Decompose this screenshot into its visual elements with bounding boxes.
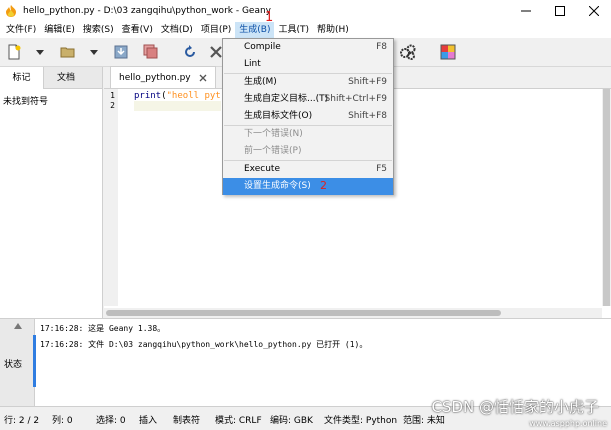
status-line: 行: 2 / 2 <box>4 416 40 426</box>
window-controls <box>509 0 611 22</box>
menu-item-lint[interactable]: Lint <box>223 56 393 73</box>
horizontal-scrollbar[interactable] <box>104 308 602 318</box>
menu-item-set-build-commands[interactable]: 设置生成命令(S) <box>223 178 393 195</box>
maximize-icon <box>555 6 565 16</box>
message-panel-tabs: 状态 <box>0 319 35 407</box>
status-encoding: 编码: GBK <box>270 416 313 426</box>
menu-bar: 文件(F) 编辑(E) 搜索(S) 查看(V) 文档(D) 项目(P) 生成(B… <box>0 22 611 38</box>
menu-tools[interactable]: 工具(T) <box>274 22 313 38</box>
line-number-gutter: 1 2 <box>104 89 118 306</box>
menu-view[interactable]: 查看(V) <box>118 22 157 38</box>
menu-item-make[interactable]: 生成(M) Shift+F9 <box>223 74 393 91</box>
annotation-number-1: 1 <box>265 10 274 25</box>
tab-close-icon[interactable] <box>199 74 207 82</box>
line-number: 1 <box>110 91 115 100</box>
status-indent: 制表符 <box>173 416 201 426</box>
build-menu-dropdown: Compile F8 Lint 生成(M) Shift+F9 生成自定义目标..… <box>222 38 394 195</box>
gears-icon <box>400 44 416 60</box>
code-text: print("heoll pyt <box>134 91 221 111</box>
menu-item-make-object[interactable]: 生成目标文件(O) Shift+F8 <box>223 108 393 125</box>
code-string: "heoll pyt <box>166 91 221 101</box>
menu-item-make-custom-target[interactable]: 生成自定义目标...(T) Shift+Ctrl+F9 <box>223 91 393 108</box>
save-all-icon <box>143 44 158 59</box>
open-file-button[interactable] <box>58 42 78 62</box>
sidebar: 标记 文档 未找到符号 <box>0 67 103 318</box>
color-chooser-button[interactable] <box>438 42 458 62</box>
menu-item-execute[interactable]: Execute F5 <box>223 161 393 178</box>
code-keyword: print <box>134 91 162 101</box>
status-mode: 插入 <box>139 416 158 426</box>
site-watermark: www.aspphp.online <box>529 419 607 428</box>
tab-documents[interactable]: 文档 <box>44 67 88 89</box>
status-selection: 选择: 0 <box>96 416 126 426</box>
panel-scroll-up-button[interactable] <box>0 319 35 333</box>
preferences-button[interactable] <box>398 42 418 62</box>
menu-item-previous-error[interactable]: 前一个错误(P) <box>223 143 393 160</box>
menu-help[interactable]: 帮助(H) <box>313 22 353 38</box>
menu-search[interactable]: 搜索(S) <box>79 22 118 38</box>
csdn-watermark: CSDN @恬恬家的小虎子 <box>431 398 599 416</box>
document-tab-hello-python[interactable]: hello_python.py <box>110 66 216 88</box>
minimize-icon <box>521 10 531 12</box>
window-title: hello_python.py - D:\03 zangqihu\python_… <box>23 6 272 16</box>
color-palette-icon <box>440 44 456 60</box>
document-tab-label: hello_python.py <box>119 72 191 83</box>
status-message: 17:16:28: 文件 D:\03 zangqihu\python_work\… <box>40 340 368 349</box>
close-icon <box>589 6 599 16</box>
symbols-empty-text: 未找到符号 <box>3 97 49 107</box>
new-file-icon <box>8 44 21 60</box>
geany-app-icon <box>6 5 16 17</box>
reload-button[interactable] <box>180 42 200 62</box>
close-button[interactable] <box>577 0 611 22</box>
line-number: 2 <box>110 101 115 110</box>
annotation-number-2: 2 <box>320 179 327 192</box>
menu-edit[interactable]: 编辑(E) <box>40 22 79 38</box>
tab-symbols[interactable]: 标记 <box>0 67 44 89</box>
status-column: 列: 0 <box>52 416 73 426</box>
menu-item-next-error[interactable]: 下一个错误(N) <box>223 126 393 143</box>
status-messages: 17:16:28: 这是 Geany 1.38。 17:16:28: 文件 D:… <box>40 321 367 353</box>
triangle-up-icon <box>13 323 22 329</box>
vertical-scroll-thumb[interactable] <box>603 89 610 306</box>
horizontal-scroll-thumb[interactable] <box>106 310 501 316</box>
menu-project[interactable]: 项目(P) <box>197 22 235 38</box>
vertical-scrollbar[interactable] <box>602 89 611 306</box>
save-icon <box>114 45 128 59</box>
menu-file[interactable]: 文件(F) <box>2 22 40 38</box>
status-tab-accent <box>33 335 36 387</box>
open-recent-dropdown-icon[interactable] <box>90 50 98 55</box>
new-file-button[interactable] <box>4 42 24 62</box>
save-button[interactable] <box>111 42 131 62</box>
tab-status[interactable]: 状态 <box>4 357 22 370</box>
maximize-button[interactable] <box>543 0 577 22</box>
code-line-current <box>134 101 221 111</box>
reload-icon <box>185 45 195 57</box>
geany-window: hello_python.py - D:\03 zangqihu\python_… <box>0 0 611 430</box>
message-panel: 状态 17:16:28: 这是 Geany 1.38。 17:16:28: 文件… <box>0 318 611 407</box>
minimize-button[interactable] <box>509 0 543 22</box>
status-filetype: 文件类型: Python <box>324 416 398 426</box>
menu-document[interactable]: 文档(D) <box>157 22 197 38</box>
sidebar-tabs: 标记 文档 <box>0 67 102 89</box>
save-all-button[interactable] <box>141 42 161 62</box>
fold-margin <box>118 89 132 306</box>
status-message: 17:16:28: 这是 Geany 1.38。 <box>40 324 166 333</box>
code-line: print("heoll pyt <box>134 91 221 101</box>
title-bar: hello_python.py - D:\03 zangqihu\python_… <box>0 0 611 22</box>
open-folder-icon <box>60 47 75 58</box>
menu-item-compile[interactable]: Compile F8 <box>223 39 393 56</box>
status-line-endings: 模式: CRLF <box>215 416 262 426</box>
new-file-dropdown-icon[interactable] <box>36 50 44 55</box>
